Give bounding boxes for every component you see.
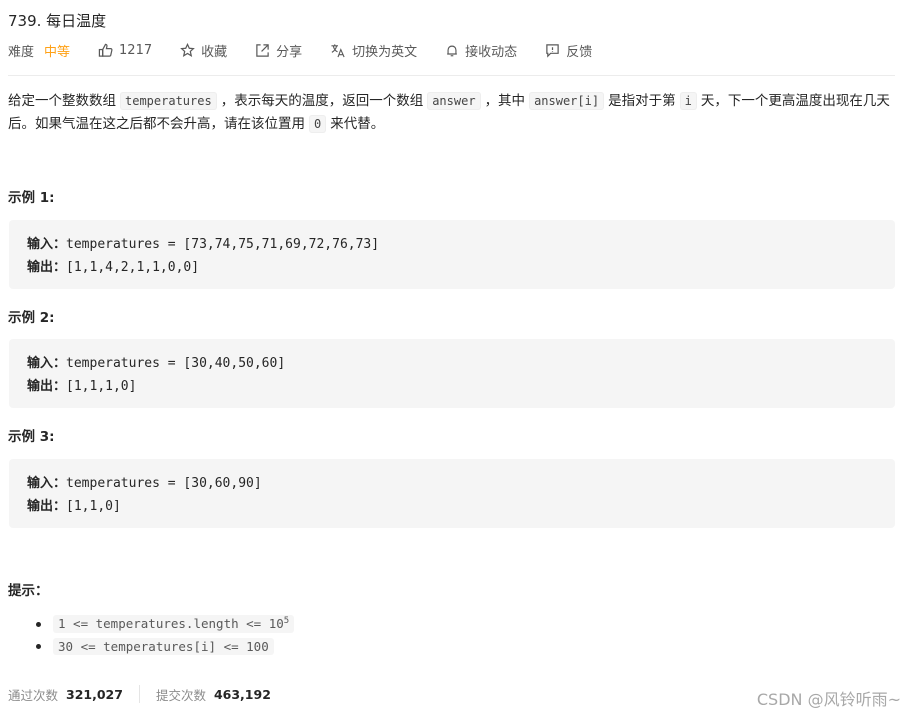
input-label: 输入： xyxy=(27,356,67,371)
hint-text: 1 <= temperatures.length <= 10 xyxy=(58,616,284,632)
favorite-label: 收藏 xyxy=(201,44,228,60)
list-item: 1 <= temperatures.length <= 105 xyxy=(36,613,295,635)
problem-description: 给定一个整数数组 temperatures ，表示每天的温度，返回一个数组 answe… xyxy=(8,90,898,136)
submitted-label: 提交次数 xyxy=(155,687,206,703)
inline-code: answer[i] xyxy=(529,92,605,110)
translate-icon xyxy=(331,43,345,57)
accepted-count: 321,027 xyxy=(66,686,123,702)
example-output: [1,1,4,2,1,1,0,0] xyxy=(66,260,200,275)
hint-constraint-length: 1 <= temperatures.length <= 105 xyxy=(53,615,295,633)
difficulty-label: 难度 xyxy=(8,44,35,60)
switch-language-label: 切换为英文 xyxy=(352,44,418,60)
like-button[interactable]: 1217 xyxy=(98,43,152,58)
feedback-label: 反馈 xyxy=(566,44,593,60)
header-divider xyxy=(8,75,895,76)
example-1-box: 输入：temperatures = [73,74,75,71,69,72,76,… xyxy=(9,220,895,289)
notify-label: 接收动态 xyxy=(465,44,518,60)
inline-code: 0 xyxy=(309,115,327,133)
share-button[interactable]: 分享 xyxy=(255,41,302,60)
bullet-icon xyxy=(36,621,41,627)
bullet-icon xyxy=(36,643,41,649)
description-text: 给定一个整数数组 xyxy=(8,93,116,109)
favorite-button[interactable]: 收藏 xyxy=(180,41,227,60)
output-label: 输出： xyxy=(27,499,67,514)
bell-icon xyxy=(447,45,457,56)
hint-constraint-range: 30 <= temperatures[i] <= 100 xyxy=(53,637,274,655)
problem-meta-bar: 难度 中等 1217 收藏 分享 切换为英文 接收动态 反馈 xyxy=(8,40,620,60)
watermark: CSDN @风铃听雨~ xyxy=(756,690,901,709)
inline-code: i xyxy=(679,92,697,110)
description-text: ，其中 xyxy=(484,93,526,109)
example-3-box: 输入：temperatures = [30,60,90] 输出：[1,1,0] xyxy=(9,459,895,528)
submission-stats: 通过次数 321,027 提交次数 463,192 xyxy=(8,684,271,704)
description-text: 是指对于第 xyxy=(608,93,676,109)
hints-title: 提示： xyxy=(8,583,49,599)
share-icon xyxy=(256,43,269,57)
feedback-icon xyxy=(546,43,559,58)
star-icon xyxy=(180,42,195,57)
description-text: 来代替。 xyxy=(330,116,385,132)
example-input: temperatures = [30,40,50,60] xyxy=(66,356,286,371)
example-output: [1,1,1,0] xyxy=(66,379,137,394)
output-label: 输出： xyxy=(27,379,67,394)
inline-code: temperatures xyxy=(120,92,217,110)
switch-language-button[interactable]: 切换为英文 xyxy=(330,41,417,60)
example-2-box: 输入：temperatures = [30,40,50,60] 输出：[1,1,… xyxy=(9,339,895,408)
thumbs-up-icon xyxy=(98,43,113,57)
output-label: 输出： xyxy=(27,260,67,275)
notify-button[interactable]: 接收动态 xyxy=(445,41,517,60)
example-2-title: 示例 2: xyxy=(8,310,55,326)
example-input: temperatures = [73,74,75,71,69,72,76,73] xyxy=(66,237,380,252)
share-label: 分享 xyxy=(276,44,303,60)
description-text: ，表示每天的温度，返回一个数组 xyxy=(220,93,424,109)
submitted-count: 463,192 xyxy=(213,686,271,702)
example-input: temperatures = [30,60,90] xyxy=(66,476,262,491)
example-output: [1,1,0] xyxy=(66,499,121,514)
hints-list: 1 <= temperatures.length <= 105 30 <= te… xyxy=(36,613,295,657)
example-1-title: 示例 1: xyxy=(8,190,55,206)
stats-divider xyxy=(138,685,140,703)
example-3-title: 示例 3: xyxy=(8,429,55,445)
inline-code: answer xyxy=(427,92,481,110)
accepted-label: 通过次数 xyxy=(8,687,59,703)
problem-title: 739. 每日温度 xyxy=(8,12,107,30)
input-label: 输入： xyxy=(27,237,67,252)
difficulty-badge: 中等 xyxy=(44,44,71,60)
input-label: 输入： xyxy=(27,476,67,491)
hint-exponent: 5 xyxy=(283,616,290,627)
list-item: 30 <= temperatures[i] <= 100 xyxy=(36,635,294,657)
feedback-button[interactable]: 反馈 xyxy=(545,41,592,60)
like-count: 1217 xyxy=(119,42,153,58)
